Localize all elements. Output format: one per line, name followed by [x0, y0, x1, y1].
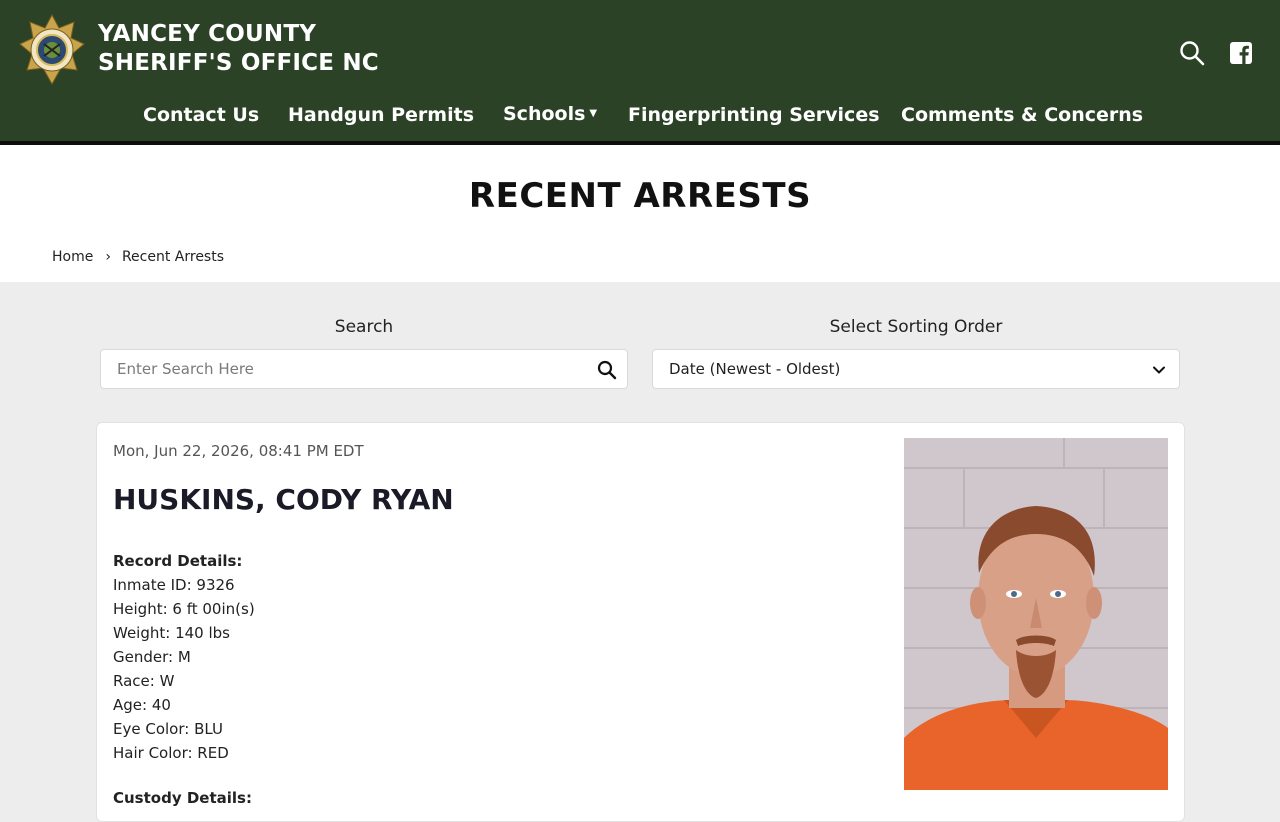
search-icon[interactable] [1179, 40, 1205, 66]
site-title-line2: SHERIFF'S OFFICE NC [98, 50, 379, 76]
record-details: Record Details: Inmate ID: 9326 Height: … [113, 549, 255, 765]
breadcrumb: Home › Recent Arrests [52, 249, 224, 265]
detail-eye-color: Eye Color: BLU [113, 720, 223, 738]
facebook-icon[interactable] [1228, 40, 1254, 66]
sheriff-badge-logo[interactable] [19, 14, 85, 86]
nav-schools-label: Schools [503, 103, 586, 125]
inmate-name[interactable]: HUSKINS, CODY RYAN [113, 483, 454, 516]
record-details-heading: Record Details: [113, 552, 243, 570]
nav-comments-concerns[interactable]: Comments & Concerns [901, 104, 1143, 126]
sort-order-select[interactable]: Date (Newest - Oldest) [652, 349, 1180, 389]
main-nav: Contact Us Handgun Permits Schools ▼ Fing… [0, 103, 1280, 138]
record-timestamp: Mon, Jun 22, 2026, 08:41 PM EDT [113, 442, 364, 460]
breadcrumb-current: Recent Arrests [121, 249, 225, 265]
site-header: YANCEY COUNTY SHERIFF'S OFFICE NC Contac… [0, 0, 1280, 145]
search-field [100, 349, 628, 389]
caret-down-icon: ▼ [589, 108, 598, 119]
detail-height: Height: 6 ft 00in(s) [113, 600, 255, 618]
site-title-line1: YANCEY COUNTY [98, 21, 317, 47]
custody-details-heading: Custody Details: [113, 789, 252, 807]
arrest-record-card: Mon, Jun 22, 2026, 08:41 PM EDT HUSKINS,… [96, 422, 1185, 822]
detail-age: Age: 40 [113, 696, 171, 714]
page-title: RECENT ARRESTS [468, 176, 812, 216]
chevron-down-icon [1153, 366, 1165, 374]
sort-order-value: Date (Newest - Oldest) [669, 360, 841, 378]
title-band: RECENT ARRESTS Home › Recent Arrests [0, 145, 1280, 282]
search-input[interactable] [101, 350, 571, 388]
search-label: Search [334, 317, 394, 337]
nav-fingerprinting-services[interactable]: Fingerprinting Services [628, 104, 880, 126]
nav-contact-us[interactable]: Contact Us [143, 104, 259, 126]
breadcrumb-home[interactable]: Home [52, 249, 93, 265]
detail-race: Race: W [113, 672, 175, 690]
search-submit-icon[interactable] [597, 360, 617, 380]
site-title[interactable]: YANCEY COUNTY SHERIFF'S OFFICE NC [98, 20, 379, 78]
detail-inmate-id: Inmate ID: 9326 [113, 576, 235, 594]
sort-label: Select Sorting Order [829, 317, 1003, 337]
detail-gender: Gender: M [113, 648, 191, 666]
detail-weight: Weight: 140 lbs [113, 624, 230, 642]
mugshot-photo[interactable] [904, 438, 1168, 790]
breadcrumb-separator: › [105, 249, 111, 265]
nav-schools[interactable]: Schools ▼ [503, 103, 597, 125]
nav-handgun-permits[interactable]: Handgun Permits [288, 104, 474, 126]
detail-hair-color: Hair Color: RED [113, 744, 229, 762]
